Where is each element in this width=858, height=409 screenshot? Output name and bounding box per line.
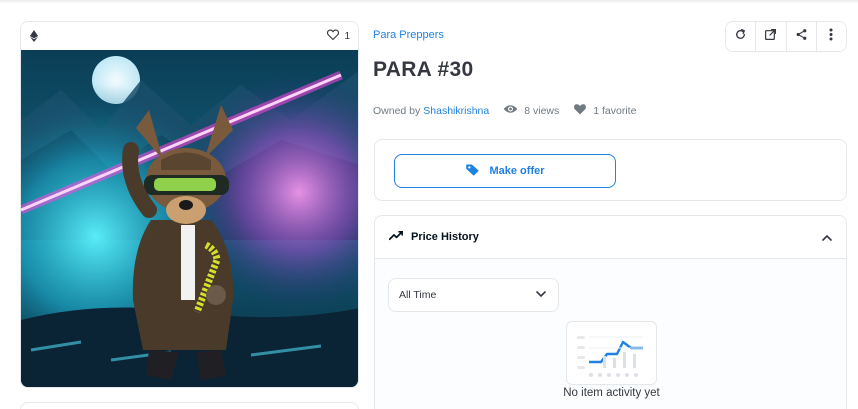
top-divider	[0, 0, 858, 4]
refresh-icon	[734, 28, 747, 46]
price-history-header[interactable]: Price History	[375, 216, 846, 259]
views-count: 8 views	[503, 104, 559, 117]
collection-link[interactable]: Para Preppers	[373, 29, 444, 41]
favorites-text: 1 favorite	[593, 104, 637, 117]
chevron-up-icon[interactable]	[822, 228, 832, 246]
trending-icon	[388, 230, 404, 244]
offer-card: Make offer	[374, 139, 847, 201]
share-button[interactable]	[787, 22, 817, 51]
price-history-body: All Time No item activity yet	[375, 259, 846, 409]
time-range-value: All Time	[399, 289, 437, 301]
heart-outline-icon	[327, 29, 340, 43]
more-icon	[829, 28, 833, 46]
time-range-select[interactable]: All Time	[388, 278, 559, 312]
tag-icon	[465, 163, 480, 179]
make-offer-button[interactable]: Make offer	[394, 154, 616, 188]
make-offer-label: Make offer	[489, 165, 545, 177]
favorite-button[interactable]: 1	[327, 29, 350, 43]
asset-title: PARA #30	[373, 58, 474, 81]
owner-link[interactable]: Shashikrishna	[423, 105, 489, 117]
details-card-edge	[20, 402, 359, 409]
asset-image-card: 1	[20, 21, 359, 388]
eye-icon	[503, 104, 518, 117]
owned-by-label: Owned by	[373, 104, 421, 117]
favorites-count: 1 favorite	[573, 103, 636, 118]
open-external-button[interactable]	[756, 22, 787, 51]
price-history-title: Price History	[411, 231, 479, 243]
share-icon	[795, 28, 808, 46]
heart-icon	[573, 103, 587, 118]
asset-meta: Owned by Shashikrishna 8 views 1 favorit…	[373, 103, 636, 118]
chevron-down-icon	[536, 289, 546, 301]
empty-activity-text: No item activity yet	[563, 387, 660, 399]
asset-action-bar	[725, 21, 847, 52]
ethereum-icon	[29, 29, 39, 43]
more-options-button[interactable]	[817, 22, 846, 51]
empty-chart-illustration-icon	[566, 321, 657, 385]
image-card-header: 1	[21, 22, 358, 50]
external-link-icon	[764, 28, 777, 46]
favorite-count: 1	[344, 30, 350, 42]
refresh-button[interactable]	[726, 22, 757, 51]
nft-artwork[interactable]	[21, 50, 359, 388]
views-text: 8 views	[524, 104, 560, 117]
price-history-panel: Price History All Time No item activity …	[374, 215, 847, 409]
price-history-title-wrap: Price History	[388, 230, 479, 244]
